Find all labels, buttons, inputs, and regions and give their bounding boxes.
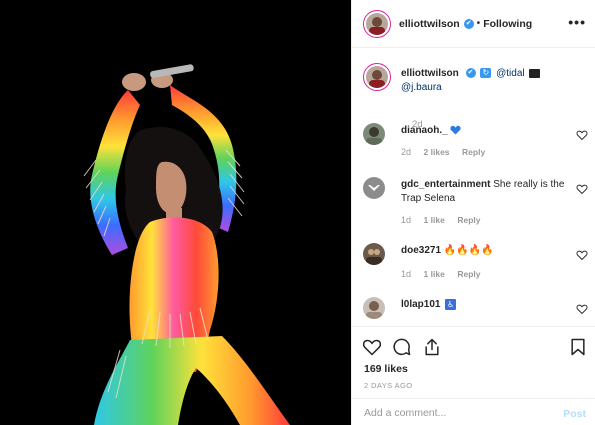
following-button[interactable]: Following	[483, 18, 532, 30]
commenter-avatar[interactable]	[363, 177, 385, 199]
share-icon[interactable]	[422, 337, 442, 357]
repeat-emoji-icon: ↻	[480, 68, 492, 79]
post-photo[interactable]	[0, 0, 351, 425]
likes-count[interactable]: 169 likes	[364, 363, 408, 375]
instagram-post: elliottwilson ✔ • Following ••• elliottw…	[0, 0, 595, 425]
commenter-username[interactable]: gdc_entertainment	[401, 179, 490, 190]
caption-author-avatar[interactable]	[363, 63, 391, 91]
comment-meta: 1d 1 like Reply	[401, 269, 490, 279]
commenter-avatar[interactable]	[363, 123, 385, 145]
comment-body: doe3271 🔥🔥🔥🔥	[401, 244, 571, 258]
verified-badge-icon: ✔	[465, 68, 476, 79]
heart-icon[interactable]	[362, 337, 382, 357]
heart-icon[interactable]	[576, 183, 588, 195]
post-button[interactable]: Post	[563, 408, 586, 420]
commenter-avatar[interactable]	[363, 297, 385, 319]
commenter-avatar[interactable]	[363, 243, 385, 265]
post-actions: 169 likes 2 DAYS AGO	[352, 326, 595, 398]
comments-list[interactable]: elliottwilson ✔ ↻ @tidal @j.baura 2d dia…	[352, 49, 595, 326]
comment-time: 1d	[401, 269, 412, 279]
comment-time: 1d	[401, 215, 412, 225]
mention-jbaura[interactable]: @j.baura	[401, 82, 442, 93]
caption-text: elliottwilson ✔ ↻ @tidal @j.baura	[401, 67, 591, 95]
commenter-username[interactable]: l0lap101	[401, 299, 440, 310]
commenter-username[interactable]: dianaoh._	[401, 125, 448, 136]
performer-image	[83, 64, 290, 425]
mention-tidal[interactable]: @tidal	[496, 68, 525, 79]
comment-icon[interactable]	[392, 337, 412, 357]
more-options-icon[interactable]: •••	[568, 14, 586, 30]
heart-icon[interactable]	[576, 249, 588, 261]
heart-icon[interactable]	[576, 129, 588, 141]
reply-button[interactable]: Reply	[457, 269, 480, 279]
comment-meta: 1d 1 like Reply	[401, 215, 490, 225]
heart-icon[interactable]	[576, 303, 588, 315]
comment-body: l0lap101 ♿	[401, 298, 571, 312]
post-side-panel: elliottwilson ✔ • Following ••• elliottw…	[351, 0, 595, 425]
comment-body: gdc_entertainment She really is the Trap…	[401, 178, 571, 206]
comment-likes[interactable]: 1 like	[424, 215, 445, 225]
post-header: elliottwilson ✔ • Following •••	[352, 0, 595, 48]
separator-dot: •	[476, 18, 481, 29]
reply-button[interactable]: Reply	[457, 215, 480, 225]
clapper-emoji-icon	[529, 68, 541, 78]
author-avatar[interactable]	[363, 9, 391, 38]
post-date: 2 DAYS AGO	[364, 381, 413, 390]
verified-badge-icon: ✔	[463, 18, 474, 29]
commenter-username[interactable]: doe3271	[401, 245, 441, 256]
comment-meta: 2d 2 likes Reply	[401, 147, 495, 157]
bookmark-icon[interactable]	[568, 337, 588, 357]
fire-emoji-icon: 🔥🔥🔥🔥	[443, 245, 494, 256]
comment-input[interactable]	[364, 404, 544, 422]
comment-time: 2d	[401, 147, 412, 157]
author-username[interactable]: elliottwilson	[399, 18, 460, 30]
person-emoji-icon: ♿	[445, 298, 457, 310]
add-comment-bar: Post	[352, 398, 595, 425]
comment-likes[interactable]: 1 like	[424, 269, 445, 279]
comment-likes[interactable]: 2 likes	[424, 147, 450, 157]
reply-button[interactable]: Reply	[462, 147, 485, 157]
caption-username[interactable]: elliottwilson	[401, 68, 459, 79]
blue-heart-emoji-icon	[450, 126, 462, 135]
comment-body: dianaoh._	[401, 124, 571, 138]
